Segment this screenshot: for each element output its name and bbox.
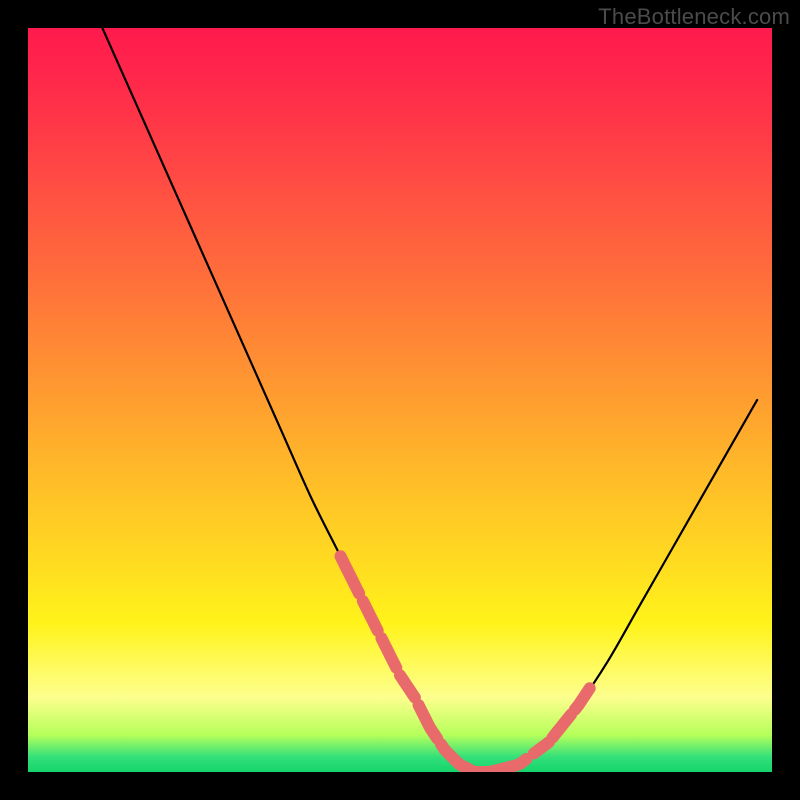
highlight-segment (467, 768, 497, 772)
highlight-segment (419, 705, 438, 738)
chart-frame: TheBottleneck.com (0, 0, 800, 800)
bottleneck-curve (102, 28, 757, 772)
highlight-segments (340, 556, 589, 772)
watermark-text: TheBottleneck.com (598, 4, 790, 30)
highlight-segment (534, 742, 549, 753)
highlight-segment (381, 638, 396, 668)
highlight-segment (363, 601, 378, 631)
plot-area (28, 28, 772, 772)
highlight-segment (575, 688, 590, 709)
highlight-segment (340, 556, 359, 593)
highlight-segment (553, 714, 572, 737)
highlight-segment (400, 675, 415, 697)
curve-svg (28, 28, 772, 772)
highlight-segment (500, 759, 526, 769)
